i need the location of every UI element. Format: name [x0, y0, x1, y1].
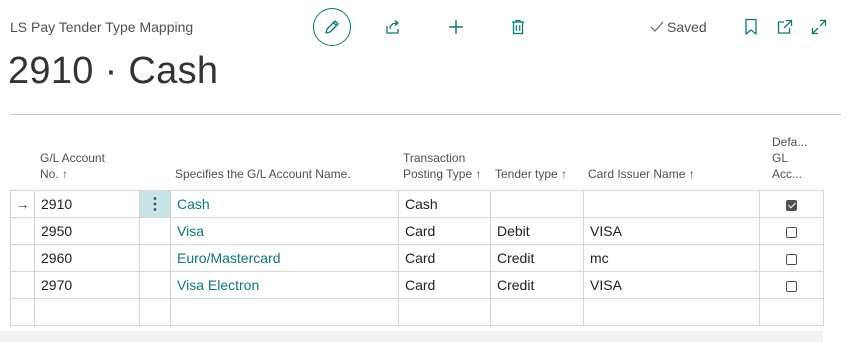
gl-account-name-link[interactable]: Visa — [177, 223, 204, 239]
page-actions — [741, 16, 829, 38]
divider — [10, 114, 841, 115]
row-menu-cell[interactable] — [139, 244, 171, 272]
gl-account-no-cell[interactable]: 2950 — [34, 217, 140, 245]
row-indicator — [10, 217, 35, 245]
gl-account-name-link[interactable]: Visa Electron — [177, 277, 259, 293]
row-menu-cell[interactable] — [139, 271, 171, 299]
row-indicator — [10, 244, 35, 272]
default-checkbox[interactable] — [786, 280, 797, 292]
gl-account-name-cell[interactable]: Visa — [170, 217, 399, 245]
page-title: 2910 · Cash — [8, 50, 219, 92]
trash-icon — [512, 19, 524, 35]
default-checkbox[interactable] — [786, 253, 797, 265]
transaction-posting-type-cell[interactable]: Card — [398, 244, 491, 272]
table-row[interactable]: 2960 Euro/Mastercard Card Credit mc — [10, 244, 824, 272]
column-header-gl-account-no[interactable]: G/L Account No. ↑ — [40, 150, 120, 182]
column-header-tender-type[interactable]: Tender type ↑ — [495, 166, 575, 182]
empty-cell[interactable] — [170, 298, 399, 326]
pencil-icon — [325, 20, 339, 34]
default-checkbox[interactable] — [786, 199, 797, 211]
footer-band — [0, 331, 823, 342]
bookmark-button[interactable] — [741, 16, 761, 38]
gl-account-no-cell[interactable]: 2970 — [34, 271, 140, 299]
transaction-posting-type-cell[interactable]: Card — [398, 217, 491, 245]
saved-label: Saved — [667, 19, 707, 35]
empty-cell — [10, 298, 35, 326]
new-entry-row[interactable] — [10, 298, 824, 326]
gl-account-no-cell[interactable]: 2960 — [34, 244, 140, 272]
card-issuer-name-cell[interactable]: VISA — [583, 217, 760, 245]
edit-button[interactable] — [313, 8, 351, 46]
table-row[interactable]: 2950 Visa Card Debit VISA — [10, 217, 824, 245]
tender-type-cell[interactable]: Debit — [490, 217, 584, 245]
mapping-table: G/L Account No. ↑ Specifies the G/L Acco… — [10, 130, 824, 342]
bookmark-icon — [745, 18, 757, 35]
empty-cell[interactable] — [759, 298, 824, 326]
new-button[interactable] — [437, 8, 475, 46]
row-indicator — [10, 271, 35, 299]
card-issuer-name-cell[interactable] — [583, 190, 760, 218]
share-button[interactable] — [374, 8, 412, 46]
tender-type-cell[interactable] — [490, 190, 584, 218]
default-checkbox[interactable] — [786, 226, 797, 238]
open-new-window-button[interactable] — [775, 16, 795, 38]
gl-account-name-cell[interactable]: Euro/Mastercard — [170, 244, 399, 272]
empty-cell — [139, 298, 171, 326]
plus-icon — [449, 20, 463, 34]
delete-button[interactable] — [499, 8, 537, 46]
row-indicator-arrow-icon: → — [10, 190, 35, 218]
empty-cell[interactable] — [34, 298, 140, 326]
row-menu-cell[interactable] — [139, 217, 171, 245]
default-gl-account-cell — [759, 244, 824, 272]
column-header-transaction-posting-type[interactable]: Transaction Posting Type ↑ — [403, 150, 483, 182]
table-header: G/L Account No. ↑ Specifies the G/L Acco… — [10, 130, 823, 190]
empty-cell[interactable] — [583, 298, 760, 326]
share-icon — [386, 20, 400, 34]
gl-account-name-cell[interactable]: Cash — [170, 190, 399, 218]
grid: → 2910 ⋮ Cash Cash 2950 Visa Card Debit … — [10, 190, 824, 326]
checkmark-icon — [650, 21, 664, 32]
saved-status: Saved — [649, 19, 707, 35]
table-body: → 2910 ⋮ Cash Cash 2950 Visa Card Debit … — [10, 190, 824, 326]
action-toolbar — [313, 8, 537, 46]
default-gl-account-cell — [759, 271, 824, 299]
expand-button[interactable] — [809, 16, 829, 38]
empty-cell[interactable] — [398, 298, 491, 326]
default-gl-account-cell — [759, 217, 824, 245]
tender-type-cell[interactable]: Credit — [490, 244, 584, 272]
expand-icon — [811, 19, 827, 35]
breadcrumb: LS Pay Tender Type Mapping — [10, 19, 194, 35]
table-row[interactable]: → 2910 ⋮ Cash Cash — [10, 190, 824, 218]
transaction-posting-type-cell[interactable]: Card — [398, 271, 491, 299]
gl-account-name-link[interactable]: Cash — [177, 196, 210, 212]
transaction-posting-type-cell[interactable]: Cash — [398, 190, 491, 218]
column-header-default-gl-account[interactable]: Defa... GL Acc... — [772, 134, 807, 182]
tender-type-cell[interactable]: Credit — [490, 271, 584, 299]
row-menu-icon[interactable]: ⋮ — [139, 190, 171, 218]
gl-account-name-link[interactable]: Euro/Mastercard — [177, 250, 280, 266]
column-header-gl-account-name[interactable]: Specifies the G/L Account Name. — [175, 166, 395, 182]
default-gl-account-cell — [759, 190, 824, 218]
card-issuer-name-cell[interactable]: mc — [583, 244, 760, 272]
open-in-new-window-icon — [777, 19, 793, 34]
card-issuer-name-cell[interactable]: VISA — [583, 271, 760, 299]
empty-cell[interactable] — [490, 298, 584, 326]
gl-account-no-cell[interactable]: 2910 — [34, 190, 140, 218]
column-header-card-issuer-name[interactable]: Card Issuer Name ↑ — [588, 166, 728, 182]
gl-account-name-cell[interactable]: Visa Electron — [170, 271, 399, 299]
page: LS Pay Tender Type Mapping Saved 2910 · … — [0, 0, 852, 342]
table-row[interactable]: 2970 Visa Electron Card Credit VISA — [10, 271, 824, 299]
